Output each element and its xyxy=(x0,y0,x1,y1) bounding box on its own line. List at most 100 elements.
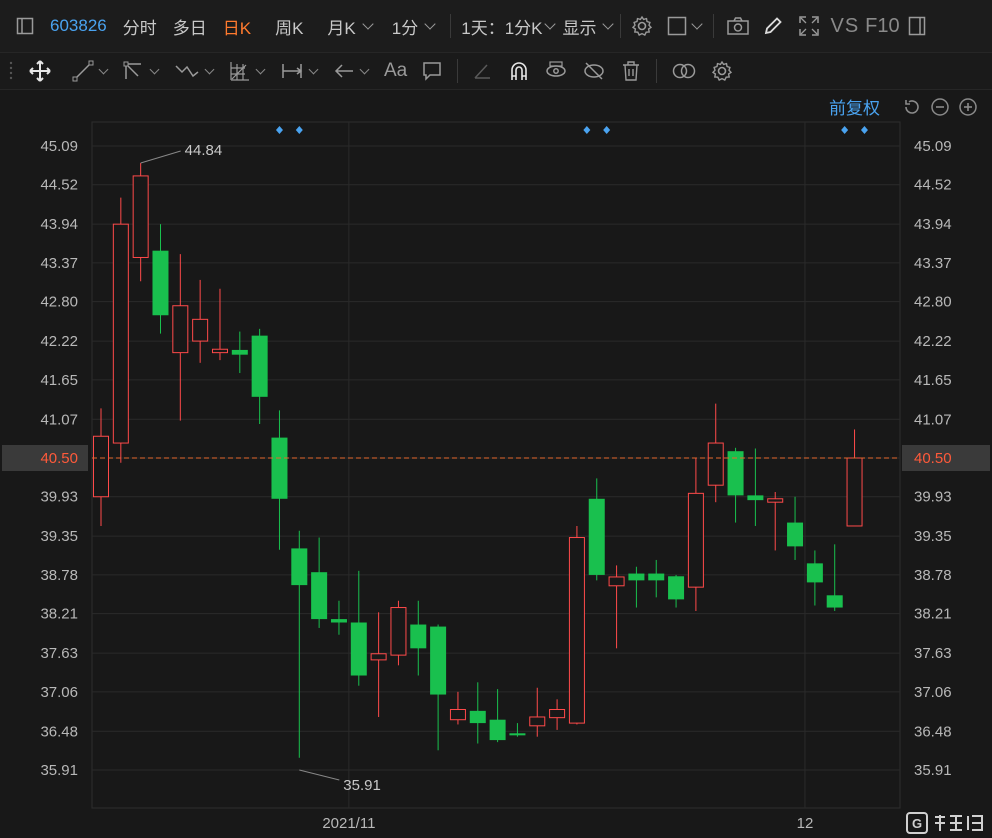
f10-button[interactable]: F10 xyxy=(865,15,899,38)
y-tick-label-right: 38.78 xyxy=(914,567,952,584)
toolbar-settings[interactable] xyxy=(711,60,733,82)
event-marker-icon xyxy=(275,126,283,134)
visibility-tool[interactable] xyxy=(544,60,568,82)
chevron-down-icon xyxy=(308,64,319,75)
event-marker-icon xyxy=(603,126,611,134)
chevron-down-icon xyxy=(691,18,704,30)
drawing-toolbar: Aa xyxy=(0,52,992,90)
screenshot-button[interactable] xyxy=(726,16,750,36)
divider xyxy=(713,14,715,38)
chevron-down-icon xyxy=(602,18,615,30)
candlestick-chart[interactable]: 45.09 45.09 44.52 44.52 43.94 43.94 43.37 43.37… xyxy=(0,88,992,838)
range-label: 1天：1分K xyxy=(461,18,543,38)
overlap-circles-icon xyxy=(673,63,696,79)
checkbox-icon xyxy=(668,16,687,36)
y-tick-label-left: 38.78 xyxy=(40,567,78,584)
zoom-out-icon[interactable] xyxy=(930,97,950,117)
low-callout-line xyxy=(299,769,340,781)
wave-tool[interactable] xyxy=(174,60,215,82)
text-tool-label: Aa xyxy=(384,60,408,81)
y-tick-label-right: 42.22 xyxy=(914,333,952,350)
tab-intraday[interactable]: 分时 xyxy=(123,14,157,39)
interval-label: 1分 xyxy=(391,18,419,38)
interval-select[interactable]: 1分 xyxy=(392,14,438,39)
chevron-down-icon xyxy=(362,18,374,30)
candle-body-down xyxy=(648,573,665,581)
fib-tool[interactable] xyxy=(229,60,266,82)
stock-code[interactable]: 603826 xyxy=(50,16,107,36)
y-tick-label-right: 45.09 xyxy=(914,138,952,155)
move-tool[interactable] xyxy=(28,59,52,83)
window-button[interactable] xyxy=(908,16,926,36)
tab-weekly-k[interactable]: 周K xyxy=(275,14,303,39)
text-tool[interactable]: Aa xyxy=(384,60,407,82)
arrow-tool[interactable] xyxy=(333,60,370,82)
y-tick-label-right: 37.06 xyxy=(914,684,952,701)
y-tick-label-left: 39.93 xyxy=(40,489,78,506)
candle-body-up xyxy=(172,305,189,354)
hide-tool[interactable] xyxy=(582,60,606,82)
eraser-tool[interactable] xyxy=(472,60,494,82)
grid-ruler-icon xyxy=(230,62,249,81)
box-toggle[interactable] xyxy=(667,16,705,36)
divider xyxy=(457,59,459,83)
eye-lock-icon xyxy=(546,61,566,77)
high-price-label: 44.84 xyxy=(185,142,223,159)
delete-tool[interactable] xyxy=(620,60,642,82)
divider xyxy=(656,59,658,83)
brand-logo: G xyxy=(906,812,984,834)
note-tool[interactable] xyxy=(421,60,443,82)
settings-button[interactable] xyxy=(631,15,653,37)
event-marker-icon xyxy=(583,126,591,134)
candle-body-down xyxy=(668,576,685,600)
line-tool[interactable] xyxy=(72,60,109,82)
chevron-down-icon xyxy=(544,18,557,30)
y-tick-label-right: 41.07 xyxy=(914,411,952,428)
channel-icon xyxy=(123,61,141,79)
vs-button[interactable]: VS xyxy=(830,15,859,38)
zoom-in-icon[interactable] xyxy=(958,97,978,117)
compare-tool[interactable] xyxy=(671,60,697,82)
y-tick-label-right: 43.37 xyxy=(914,255,952,272)
tab-monthly-k[interactable]: 月K xyxy=(327,14,375,39)
candle-body-down xyxy=(826,595,843,608)
candle-body-down xyxy=(271,437,288,499)
candle-body-up xyxy=(707,442,724,486)
reset-icon[interactable] xyxy=(902,97,922,117)
toolbar-grip-icon[interactable] xyxy=(8,60,14,80)
y-tick-label-right: 39.93 xyxy=(914,489,952,506)
candle-body-down xyxy=(787,522,804,547)
eye-off-icon xyxy=(584,62,604,80)
y-tick-label-left: 36.48 xyxy=(40,723,78,740)
brand-wordmark-icon xyxy=(935,815,983,831)
event-marker-icon xyxy=(295,126,303,134)
pencil-icon xyxy=(765,17,783,35)
candle-body-down xyxy=(509,733,526,736)
draw-button[interactable] xyxy=(762,15,784,37)
candle-body-up xyxy=(846,457,863,527)
display-select[interactable]: 显示 xyxy=(562,14,616,39)
y-tick-label-right: 41.65 xyxy=(914,372,952,389)
candle-body-down xyxy=(152,250,169,316)
gear-icon xyxy=(712,60,733,81)
candle-body-down xyxy=(291,548,308,586)
channel-tool[interactable] xyxy=(123,60,160,82)
candle-body-up xyxy=(687,492,704,588)
tab-daily-k[interactable]: 日K xyxy=(223,14,251,39)
candle-body-up xyxy=(211,348,228,354)
tab-multi-day[interactable]: 多日 xyxy=(173,14,207,39)
event-marker-icon xyxy=(860,126,868,134)
range-select[interactable]: 1天：1分K xyxy=(461,14,558,39)
magnet-tool[interactable] xyxy=(508,60,530,82)
range-tool[interactable] xyxy=(280,60,319,82)
candle-body-up xyxy=(608,576,625,587)
candle-body-up xyxy=(449,709,466,721)
candle-body-up xyxy=(549,709,566,719)
y-tick-label-left: 39.35 xyxy=(40,528,78,545)
y-tick-label-left: 41.65 xyxy=(40,372,78,389)
adjust-mode-button[interactable]: 前复权 xyxy=(829,94,880,119)
y-tick-label-right: 36.48 xyxy=(914,723,952,740)
fullscreen-button[interactable] xyxy=(798,15,820,37)
panel-toggle[interactable] xyxy=(16,17,34,35)
current-price-label-left: 40.50 xyxy=(40,450,78,467)
